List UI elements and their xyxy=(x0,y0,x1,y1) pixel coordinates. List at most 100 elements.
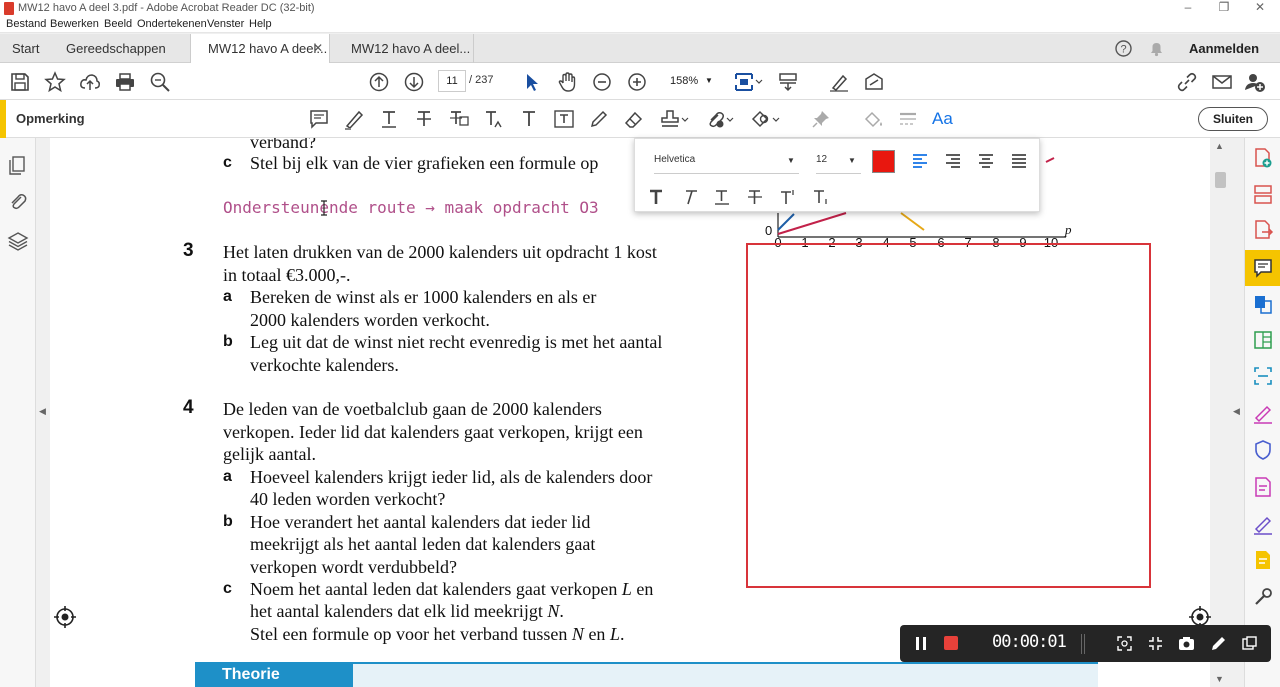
prepare-form-icon[interactable] xyxy=(1252,476,1274,498)
sign-pen-icon[interactable] xyxy=(828,71,850,93)
previous-page-icon[interactable] xyxy=(368,71,390,93)
supporting-route-link[interactable]: Ondersteunende route → maak opdracht O3 xyxy=(223,198,599,217)
bookmark-star-icon[interactable] xyxy=(44,71,66,93)
align-right-icon[interactable] xyxy=(944,153,962,169)
close-tab-icon[interactable]: ✕ xyxy=(313,34,323,63)
send-for-review-icon[interactable] xyxy=(1252,549,1274,571)
italic-icon[interactable] xyxy=(681,189,699,205)
align-center-icon[interactable] xyxy=(977,153,995,169)
scrolling-mode-icon[interactable] xyxy=(777,71,799,93)
more-tools-icon[interactable] xyxy=(1252,586,1274,608)
highlight-pen-icon[interactable] xyxy=(343,108,365,130)
minimize-window-icon[interactable] xyxy=(1241,635,1258,652)
menu-ondertekenen[interactable]: Ondertekenen xyxy=(137,18,207,30)
collapse-right-panel-icon[interactable]: ◀ xyxy=(1233,406,1240,417)
bold-icon[interactable] xyxy=(648,189,666,205)
organize-pages-icon[interactable] xyxy=(1252,183,1274,205)
select-cursor-icon[interactable] xyxy=(521,71,543,93)
next-page-icon[interactable] xyxy=(403,71,425,93)
scroll-down-icon[interactable]: ▼ xyxy=(1215,674,1224,684)
print-icon[interactable] xyxy=(114,71,136,93)
page-thumbnails-icon[interactable] xyxy=(7,154,29,176)
underline-text-icon[interactable] xyxy=(378,108,400,130)
layers-icon[interactable] xyxy=(7,230,29,252)
text-properties-icon[interactable]: Aa xyxy=(932,109,958,131)
close-window-button[interactable]: ✕ xyxy=(1242,0,1278,17)
shapes-icon[interactable] xyxy=(751,108,781,130)
strikethrough-text-icon[interactable] xyxy=(413,108,435,130)
pin-icon[interactable] xyxy=(810,108,832,130)
save-icon[interactable] xyxy=(9,71,31,93)
create-pdf-icon[interactable] xyxy=(1252,147,1274,169)
add-text-icon[interactable] xyxy=(518,108,540,130)
scroll-up-icon[interactable]: ▲ xyxy=(1215,141,1224,151)
attachments-icon[interactable] xyxy=(7,191,29,213)
export-pdf-icon[interactable] xyxy=(1252,219,1274,241)
text-color-swatch[interactable] xyxy=(872,150,895,173)
subscript-icon[interactable] xyxy=(812,189,830,205)
menu-beeld[interactable]: Beeld xyxy=(104,18,132,30)
sign-in-link[interactable]: Aanmelden xyxy=(1189,34,1259,63)
sticky-note-icon[interactable] xyxy=(308,108,330,130)
screenshot-region-icon[interactable] xyxy=(1116,635,1133,652)
edit-pdf-icon[interactable] xyxy=(1252,329,1274,351)
annotate-pen-icon[interactable] xyxy=(1210,635,1227,652)
tab-tools[interactable]: Gereedschappen xyxy=(66,34,176,63)
tab-document-active[interactable]: MW12 havo A deel... ✕ xyxy=(190,34,330,64)
attach-file-icon[interactable] xyxy=(705,108,735,130)
rectangle-annotation[interactable] xyxy=(746,243,1151,588)
line-style-icon[interactable] xyxy=(897,108,919,130)
drag-handle-icon[interactable] xyxy=(1081,634,1087,654)
font-size-select[interactable]: 12 ▼ xyxy=(816,154,856,165)
insert-text-icon[interactable] xyxy=(483,108,505,130)
add-user-icon[interactable] xyxy=(1244,71,1266,93)
page-number-input[interactable]: 11 xyxy=(438,70,466,92)
font-family-select[interactable]: Helvetica ▼ xyxy=(654,154,795,165)
vertical-scrollbar[interactable] xyxy=(1212,138,1228,687)
align-left-icon[interactable] xyxy=(911,153,929,169)
close-comment-button[interactable]: Sluiten xyxy=(1198,107,1268,131)
share-link-icon[interactable] xyxy=(1176,71,1198,93)
eraser-icon[interactable] xyxy=(623,108,645,130)
fullscreen-icon[interactable] xyxy=(1147,635,1164,652)
collapse-left-panel-icon[interactable]: ◀ xyxy=(39,406,46,417)
pause-icon[interactable] xyxy=(914,636,928,651)
notification-bell-icon[interactable] xyxy=(1148,40,1165,57)
camera-icon[interactable] xyxy=(1178,635,1195,652)
zoom-search-icon[interactable] xyxy=(149,71,171,93)
fill-color-icon[interactable] xyxy=(862,108,884,130)
scrollbar-thumb[interactable] xyxy=(1215,172,1226,188)
zoom-out-icon[interactable] xyxy=(591,71,613,93)
maximize-button[interactable]: ❐ xyxy=(1206,0,1242,17)
tab-document-2[interactable]: MW12 havo A deel... xyxy=(351,34,471,63)
protect-icon[interactable] xyxy=(1252,439,1274,461)
cloud-upload-icon[interactable] xyxy=(79,71,101,93)
zoom-in-icon[interactable] xyxy=(626,71,648,93)
comment-tool-icon[interactable] xyxy=(1252,257,1274,279)
menu-bewerken[interactable]: Bewerken xyxy=(50,18,99,30)
page-fit-icon[interactable] xyxy=(733,71,763,93)
text-box-icon[interactable] xyxy=(553,108,575,130)
scan-ocr-icon[interactable] xyxy=(1252,365,1274,387)
stamp-icon[interactable] xyxy=(660,108,690,130)
tab-start[interactable]: Start xyxy=(12,34,52,63)
align-justify-icon[interactable] xyxy=(1010,153,1028,169)
menu-bestand[interactable]: Bestand xyxy=(6,18,46,30)
email-icon[interactable] xyxy=(1211,71,1233,93)
minimize-button[interactable]: – xyxy=(1170,0,1206,17)
zoom-select[interactable]: 158% ▼ xyxy=(664,70,716,92)
draw-pencil-icon[interactable] xyxy=(588,108,610,130)
fill-sign-icon[interactable] xyxy=(1252,402,1274,424)
menu-venster[interactable]: Venster xyxy=(207,18,244,30)
hand-tool-icon[interactable] xyxy=(556,71,578,93)
underline-icon[interactable] xyxy=(713,189,731,205)
superscript-icon[interactable] xyxy=(779,189,797,205)
send-sign-icon[interactable] xyxy=(863,71,885,93)
strikethrough-icon[interactable] xyxy=(746,189,764,205)
help-icon[interactable]: ? xyxy=(1115,40,1132,57)
replace-text-icon[interactable] xyxy=(448,108,470,130)
combine-files-icon[interactable] xyxy=(1252,293,1274,315)
request-signature-icon[interactable] xyxy=(1252,513,1274,535)
stop-recording-icon[interactable] xyxy=(944,636,958,650)
menu-help[interactable]: Help xyxy=(249,18,272,30)
